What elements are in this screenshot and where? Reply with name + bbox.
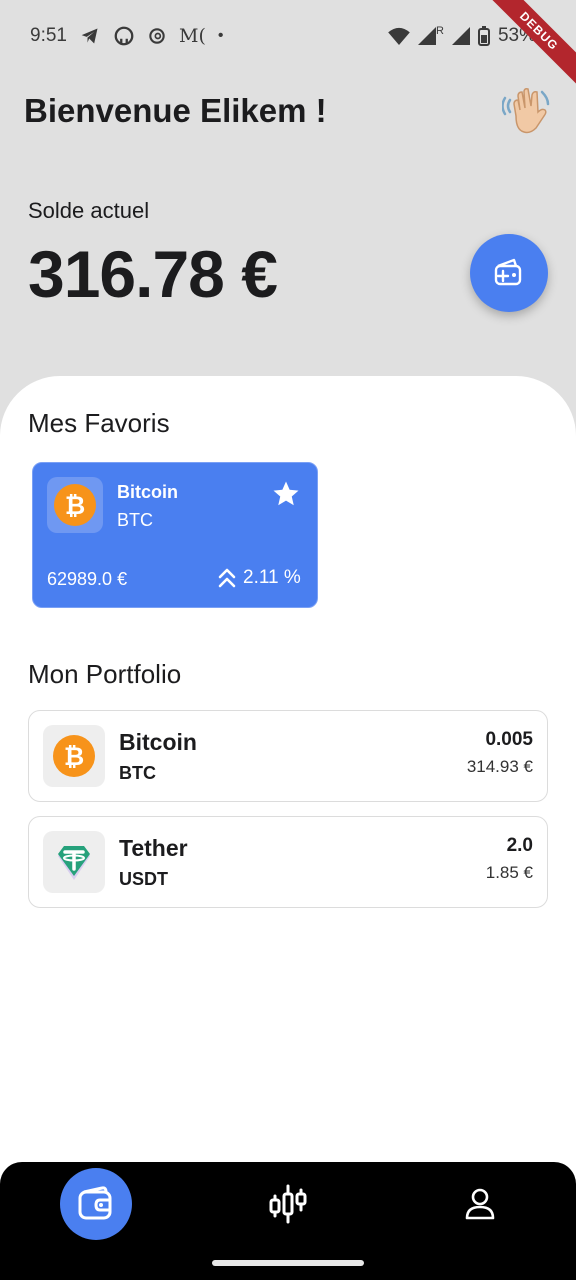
wifi-icon bbox=[388, 27, 410, 45]
notification-dot: • bbox=[217, 27, 224, 44]
svg-text:₿: ₿ bbox=[65, 491, 85, 520]
nav-wallet[interactable] bbox=[60, 1168, 132, 1240]
portfolio-symbol: USDT bbox=[119, 869, 168, 889]
portfolio-name: Bitcoin bbox=[119, 729, 197, 755]
portfolio-amount: 2.0 bbox=[506, 835, 533, 856]
star-icon[interactable] bbox=[271, 479, 301, 514]
portfolio-item-tether[interactable]: Tether USDT 2.0 1.85 € bbox=[28, 816, 548, 908]
nav-profile[interactable] bbox=[458, 1182, 502, 1226]
favorite-price: 62989.0 € bbox=[47, 569, 128, 589]
add-wallet-button[interactable] bbox=[470, 234, 548, 312]
portfolio-item-bitcoin[interactable]: ₿ Bitcoin BTC 0.005 314.93 € bbox=[28, 710, 548, 802]
favorite-symbol: BTC bbox=[117, 510, 153, 530]
bitcoin-icon: ₿ bbox=[54, 484, 96, 526]
candlestick-chart-icon bbox=[269, 1184, 307, 1224]
portfolio-icon-box: ₿ bbox=[43, 725, 105, 787]
status-time: 9:51 bbox=[30, 25, 67, 46]
favorite-change-value: 2.11 % bbox=[243, 567, 301, 588]
svg-text:₿: ₿ bbox=[64, 742, 84, 771]
portfolio-icon-box bbox=[43, 831, 105, 893]
portfolio-name: Tether bbox=[119, 835, 188, 861]
portfolio-symbol: BTC bbox=[119, 763, 156, 783]
favorites-title: Mes Favoris bbox=[28, 408, 170, 438]
roaming-indicator: R bbox=[436, 25, 444, 37]
portfolio-amount: 0.005 bbox=[485, 729, 533, 750]
telegram-icon bbox=[81, 28, 98, 44]
portfolio-value: 314.93 € bbox=[466, 757, 533, 776]
battery-icon bbox=[477, 26, 490, 46]
double-chevron-up-icon bbox=[218, 568, 236, 588]
waving-hand-icon bbox=[501, 86, 554, 138]
balance-value: 316.78 € bbox=[28, 237, 278, 311]
favorite-icon-box: ₿ bbox=[47, 477, 103, 533]
user-icon bbox=[465, 1188, 495, 1220]
home-indicator[interactable] bbox=[212, 1260, 364, 1266]
portfolio-value: 1.85 € bbox=[485, 863, 533, 882]
wallet-add-icon bbox=[494, 258, 522, 286]
portfolio-title: Mon Portfolio bbox=[28, 659, 182, 689]
favorite-change: 2.11 % bbox=[217, 567, 301, 589]
signal-icon-2 bbox=[451, 27, 470, 45]
tether-icon bbox=[58, 846, 90, 880]
nav-markets[interactable] bbox=[266, 1182, 310, 1226]
threads-icon bbox=[149, 28, 165, 44]
bottom-navigation bbox=[0, 1162, 576, 1280]
bitcoin-icon: ₿ bbox=[53, 735, 95, 777]
wallet-icon bbox=[78, 1186, 112, 1220]
balance-label: Solde actuel bbox=[28, 198, 150, 223]
favorite-name: Bitcoin bbox=[117, 482, 178, 502]
signal-icon bbox=[418, 27, 437, 45]
favorite-card-bitcoin[interactable]: ₿ Bitcoin BTC 62989.0 € 2.11 % bbox=[32, 462, 318, 608]
welcome-title: Bienvenue Elikem ! bbox=[24, 92, 327, 129]
status-bar: 9:51 M( • R 53% bbox=[0, 0, 576, 72]
medium-icon: M( bbox=[178, 25, 206, 47]
github-icon bbox=[114, 26, 134, 46]
